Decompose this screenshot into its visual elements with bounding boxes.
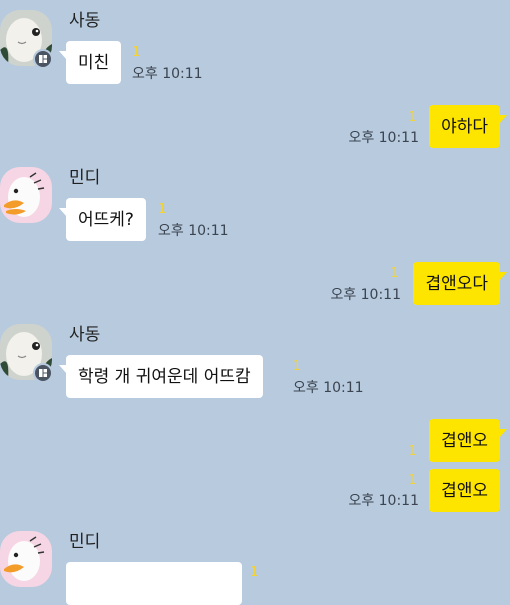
avatar[interactable] (0, 167, 52, 223)
message-bubble[interactable]: 야하다 (429, 105, 507, 148)
duck-avatar-icon (0, 531, 52, 587)
message-bubble[interactable]: 겹앤오 (429, 419, 507, 462)
unread-count: 1 (408, 110, 417, 125)
timestamp: 오후 10:11 (348, 130, 419, 146)
message-text: 겹앤오다 (425, 274, 488, 294)
message-bubble[interactable]: 미친 (59, 41, 122, 84)
unread-count: 1 (250, 565, 259, 580)
message-text: 미친 (78, 53, 110, 73)
unread-count: 1 (390, 266, 399, 281)
sender-name: 민디 (69, 532, 101, 552)
message-text: 겹앤오 (441, 481, 488, 501)
message-text: 겹앤오 (441, 431, 488, 451)
message-text: 야하다 (441, 117, 488, 137)
message-bubble[interactable]: 학령 개 귀여운데 어뜨캄 (59, 355, 263, 398)
unread-count: 1 (408, 444, 417, 459)
message-bubble[interactable]: 겹앤오 (429, 469, 500, 512)
unread-count: 1 (132, 45, 141, 60)
unread-count: 1 (293, 359, 302, 374)
message-bubble[interactable]: 어뜨케? (59, 198, 146, 241)
message-bubble[interactable] (66, 562, 242, 605)
profile-badge-icon (33, 49, 53, 69)
message-bubble[interactable]: 겹앤오다 (413, 262, 507, 305)
timestamp: 오후 10:11 (330, 287, 401, 303)
timestamp: 오후 10:11 (132, 66, 203, 82)
timestamp: 오후 10:11 (293, 380, 364, 396)
timestamp: 오후 10:11 (158, 223, 229, 239)
message-text: 학령 개 귀여운데 어뜨캄 (78, 367, 251, 387)
sender-name: 사동 (69, 11, 101, 31)
sender-name: 사동 (69, 325, 101, 345)
sender-name: 민디 (69, 168, 101, 188)
avatar[interactable] (0, 531, 52, 587)
chat-screen[interactable]: { "colors": { "background": "#b7cade", "… (0, 0, 510, 605)
duck-avatar-icon (0, 167, 52, 223)
profile-badge-icon (33, 363, 53, 383)
unread-count: 1 (158, 202, 167, 217)
message-text: 어뜨케? (78, 210, 134, 230)
unread-count: 1 (408, 473, 417, 488)
timestamp: 오후 10:11 (348, 493, 419, 509)
